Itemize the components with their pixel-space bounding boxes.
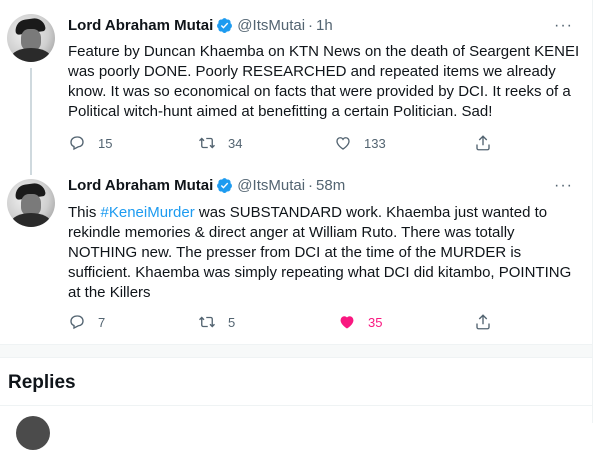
more-icon[interactable]: ··· [554,177,573,195]
verified-badge-icon [217,178,233,193]
tweet-text: This #KeneiMurder was SUBSTANDARD work. … [68,203,586,303]
avatar[interactable] [7,14,55,62]
tweet[interactable]: Lord Abraham Mutai @ItsMutai · 1h ··· Fe… [0,0,592,168]
tweet-line: know. It was so economical on facts that… [68,83,571,100]
share-icon [476,314,490,330]
retweet-button[interactable]: 5 [198,313,235,331]
reply-count: 7 [98,314,106,330]
reply-icon [70,136,84,151]
tweet-actions: 15 34 133 [68,134,508,154]
tweet-text: Feature by Duncan Khaemba on KTN News on… [68,42,586,122]
tweet-line: rekindle memories & direct anger at Will… [68,224,515,241]
tweet-line: NOTHING new. The presser from DCI at the… [68,244,522,261]
reply-button[interactable]: 15 [68,134,112,152]
retweet-button[interactable]: 34 [198,134,242,152]
retweet-count: 34 [228,135,243,151]
retweet-icon [199,316,215,328]
retweet-icon [199,137,215,149]
timestamp[interactable]: 58m [316,177,345,194]
section-divider [0,344,592,358]
tweet-line: This #KeneiMurder was SUBSTANDARD work. … [68,203,586,223]
tweet-text-segment: This [68,204,101,221]
like-button[interactable]: 35 [338,313,382,331]
tweet-line: was poorly DONE. Poorly RESEARCHED and r… [68,63,556,80]
thread-line [30,165,32,175]
like-icon [340,316,354,329]
like-icon [336,137,350,150]
author-name[interactable]: Lord Abraham Mutai [68,177,213,194]
tweet-text-segment: was SUBSTANDARD work. Khaemba just wante… [194,204,548,221]
separator: · [308,177,314,194]
reply-count: 15 [98,135,113,151]
thread-line [30,68,32,168]
author-name[interactable]: Lord Abraham Mutai [68,17,213,34]
tweet-line: sufficient. Khaemba was simply repeating… [68,264,572,281]
tweet-line: Political witch-hunt aimed at benefittin… [68,103,493,120]
hashtag-link[interactable]: #KeneiMurder [101,204,195,221]
more-icon[interactable]: ··· [554,17,573,35]
verified-badge-icon [217,18,233,33]
timestamp[interactable]: 1h [316,17,333,34]
tweet[interactable]: Lord Abraham Mutai @ItsMutai · 58m ··· T… [0,165,592,341]
share-button[interactable] [474,134,492,152]
avatar[interactable] [16,416,50,450]
share-icon [476,135,490,151]
divider-line [0,405,592,406]
reply-icon [70,315,84,330]
retweet-count: 5 [228,314,236,330]
tweet-header: Lord Abraham Mutai @ItsMutai · 58m [68,177,345,194]
tweet-line: Feature by Duncan Khaemba on KTN News on… [68,43,580,60]
tweet-actions: 7 5 35 [68,313,508,333]
column-border [592,0,593,423]
author-handle[interactable]: @ItsMutai [237,17,305,34]
tweet-line: at the Killers [68,284,151,301]
replies-heading: Replies [8,372,76,393]
like-count: 133 [364,135,386,151]
tweet-header: Lord Abraham Mutai @ItsMutai · 1h [68,17,333,34]
share-button[interactable] [474,313,492,331]
separator: · [308,17,314,34]
avatar[interactable] [7,179,55,227]
author-handle[interactable]: @ItsMutai [237,177,305,194]
like-button[interactable]: 133 [334,134,386,152]
like-count: 35 [368,314,383,330]
reply-button[interactable]: 7 [68,313,105,331]
